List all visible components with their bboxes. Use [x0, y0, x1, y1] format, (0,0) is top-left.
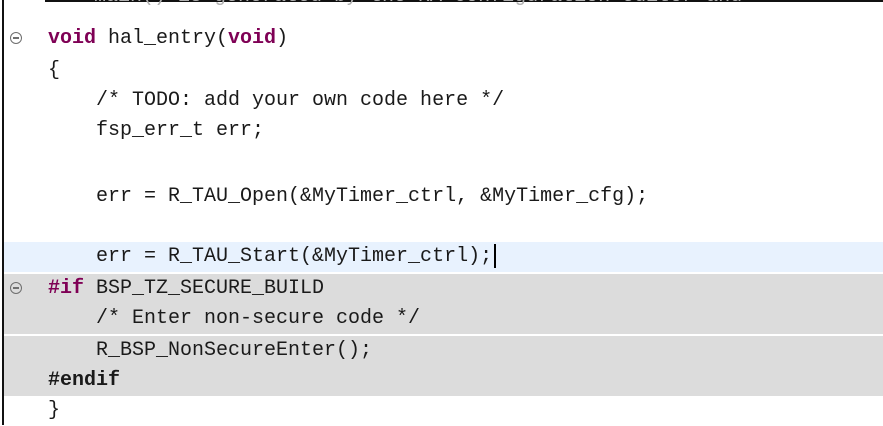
- code-fragment: ): [276, 27, 289, 50]
- code-line-10[interactable]: /* Enter non-secure code */: [4, 304, 883, 334]
- keyword-void: void: [48, 27, 97, 50]
- code-line-4[interactable]: fsp_err_t err;: [4, 116, 883, 146]
- code-line-text: #if BSP_TZ_SECURE_BUILD: [48, 274, 324, 304]
- code-comment: /* TODO: add your own code here */: [48, 89, 505, 112]
- keyword-void: void: [228, 27, 277, 50]
- code-line-5[interactable]: [4, 148, 883, 178]
- code-line-11[interactable]: R_BSP_NonSecureEnter();: [4, 336, 883, 366]
- code-line-text: {: [48, 59, 61, 82]
- code-line-9[interactable]: #if BSP_TZ_SECURE_BUILD: [4, 274, 883, 304]
- code-line-8-current[interactable]: err = R_TAU_Start(&MyTimer_ctrl);: [4, 242, 883, 272]
- code-line-1[interactable]: void hal_entry(void): [4, 24, 883, 54]
- code-line-3[interactable]: /* TODO: add your own code here */: [4, 86, 883, 116]
- preprocessor-endif: #endif: [48, 369, 121, 392]
- code-line-text: fsp_err_t err;: [48, 119, 265, 142]
- code-line-text: err = R_TAU_Start(&MyTimer_ctrl);: [48, 242, 497, 272]
- code-line-7[interactable]: [4, 212, 883, 242]
- code-line-text: void hal_entry(void): [48, 24, 288, 54]
- code-line-6[interactable]: err = R_TAU_Open(&MyTimer_ctrl, &MyTimer…: [4, 182, 883, 212]
- code-line-text: R_BSP_NonSecureEnter();: [48, 339, 373, 362]
- code-line-text: }: [48, 399, 61, 422]
- clipped-code-line: main() is generated by the RA Configurat…: [4, 0, 883, 12]
- code-fragment: BSP_TZ_SECURE_BUILD: [84, 277, 325, 300]
- code-line-text: err = R_TAU_Open(&MyTimer_ctrl, &MyTimer…: [48, 185, 649, 208]
- preprocessor-if: #if: [48, 277, 85, 300]
- code-fragment: err = R_TAU_Start(&MyTimer_ctrl);: [48, 245, 493, 268]
- code-line-2[interactable]: {: [4, 56, 883, 86]
- code-comment: /* Enter non-secure code */: [48, 307, 421, 330]
- text-caret: [494, 243, 497, 268]
- code-line-12[interactable]: #endif: [4, 366, 883, 396]
- code-editor[interactable]: main() is generated by the RA Configurat…: [0, 0, 883, 425]
- clipped-code-text: main() is generated by the RA Configurat…: [94, 0, 742, 12]
- code-fragment: hal_entry(: [96, 27, 229, 50]
- fold-collapse-icon[interactable]: [10, 282, 22, 294]
- fold-collapse-icon[interactable]: [10, 32, 22, 44]
- code-line-13[interactable]: }: [4, 396, 883, 426]
